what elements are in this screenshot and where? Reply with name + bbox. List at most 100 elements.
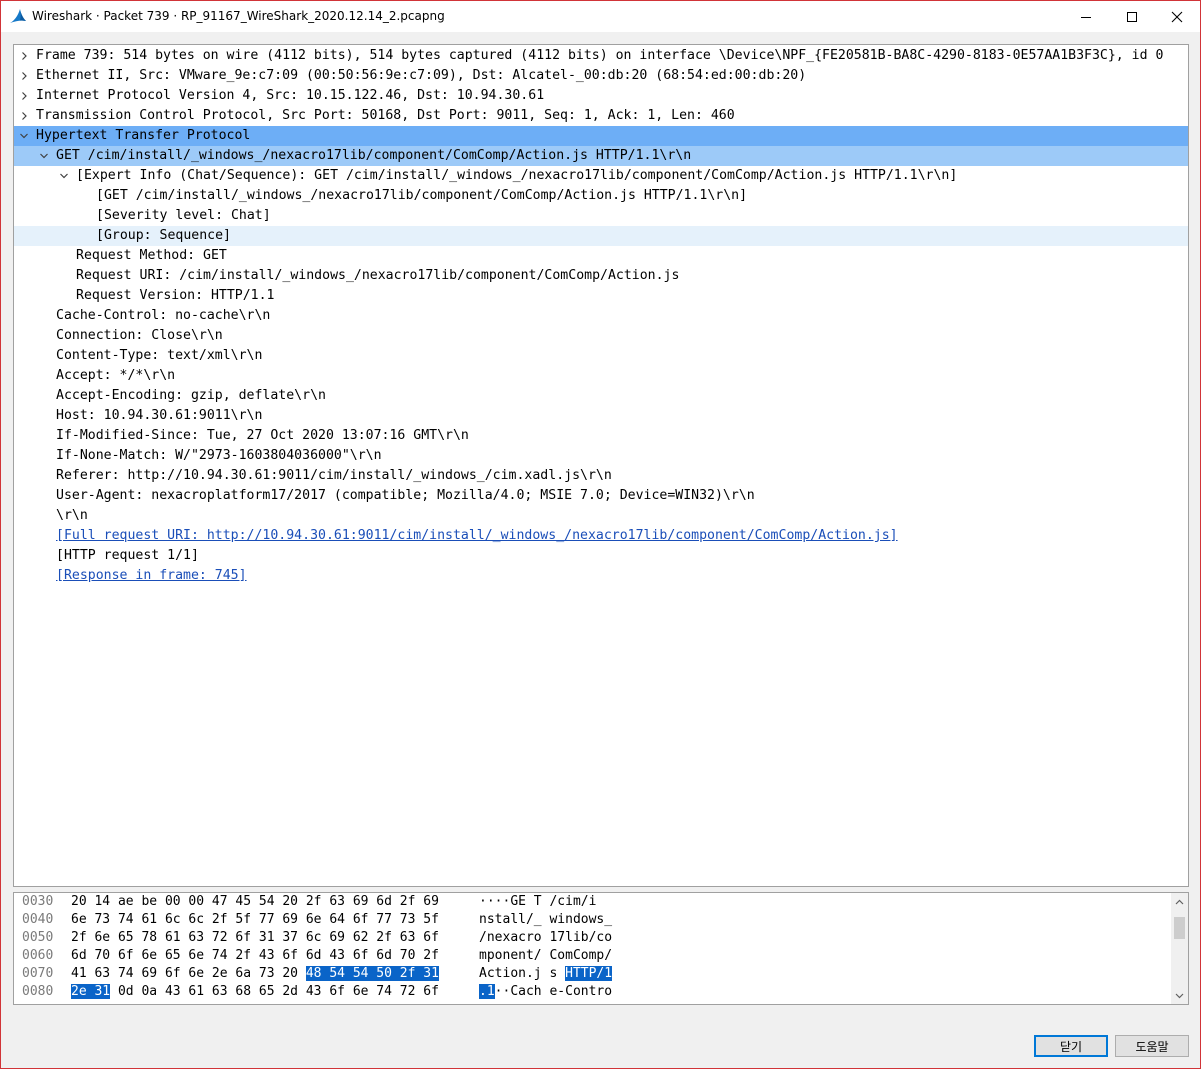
hex-row[interactable]: 0040 6e 73 74 61 6c 6c 2f 5f 77 69 6e 64 … [14, 911, 1164, 929]
hex-row[interactable]: 0060 6d 70 6f 6e 65 6e 74 2f 43 6f 6d 43 … [14, 947, 1164, 965]
tree-row-label: If-Modified-Since: Tue, 27 Oct 2020 13:0… [56, 428, 469, 443]
tree-row[interactable]: Request URI: /cim/install/_windows_/nexa… [14, 266, 1188, 286]
tree-row-label[interactable]: [Full request URI: http://10.94.30.61:90… [56, 526, 898, 546]
hex-ascii-high[interactable]: 17lib/co [549, 930, 612, 945]
expand-toggle[interactable] [17, 66, 31, 86]
hex-offset: 0040 [22, 912, 54, 927]
expand-toggle[interactable] [17, 106, 31, 126]
chevron-down-icon [60, 173, 68, 179]
tree-row[interactable]: Content-Type: text/xml\r\n [14, 346, 1188, 366]
tree-row[interactable]: Request Version: HTTP/1.1 [14, 286, 1188, 306]
hex-bytes-high[interactable]: 65 2d 43 6f 6e 74 72 6f [259, 984, 439, 999]
hex-row[interactable]: 0080 2e 31 0d 0a 43 61 63 68 65 2d 43 6f … [14, 983, 1164, 1001]
hex-ascii[interactable]: mponent/ ComComp/ [479, 947, 612, 965]
hex-ascii-high[interactable]: windows_ [549, 912, 612, 927]
hex-offset: 0080 [22, 984, 54, 999]
hex-ascii-low[interactable]: Action.j [479, 966, 542, 981]
hex-ascii-high[interactable]: ComComp/ [549, 948, 612, 963]
close-window-button[interactable] [1154, 1, 1200, 32]
tree-row[interactable]: [Response in frame: 745] [14, 566, 1188, 586]
hex-bytes[interactable]: 2f 6e 65 78 61 63 72 6f 31 37 6c 69 62 2… [71, 929, 439, 947]
tree-row[interactable]: GET /cim/install/_windows_/nexacro17lib/… [14, 146, 1188, 166]
collapse-toggle[interactable] [57, 166, 71, 186]
tree-row[interactable]: Connection: Close\r\n [14, 326, 1188, 346]
hex-offset: 0030 [22, 894, 54, 909]
hex-ascii[interactable]: .1··Cach e-Contro [479, 983, 612, 1001]
tree-row-label: Hypertext Transfer Protocol [36, 128, 251, 143]
tree-row-label: If-None-Match: W/"2973-1603804036000"\r\… [56, 448, 382, 463]
hex-ascii-low[interactable]: /nexacro [479, 930, 542, 945]
hex-ascii[interactable]: /nexacro 17lib/co [479, 929, 612, 947]
hex-bytes-low[interactable]: 41 63 74 69 6f 6e 2e 6a [71, 966, 251, 981]
packet-bytes-pane[interactable]: 0080 2e 31 0d 0a 43 61 63 68 65 2d 43 6f … [13, 892, 1189, 1005]
tree-row[interactable]: \r\n [14, 506, 1188, 526]
tree-row[interactable]: [Severity level: Chat] [14, 206, 1188, 226]
hex-bytes-low[interactable]: 6d 70 6f 6e 65 6e 74 2f [71, 948, 251, 963]
tree-row[interactable]: If-None-Match: W/"2973-1603804036000"\r\… [14, 446, 1188, 466]
tree-row-label: Content-Type: text/xml\r\n [56, 348, 263, 363]
collapse-toggle[interactable] [17, 126, 31, 146]
hex-ascii[interactable]: Action.j s HTTP/1 [479, 965, 613, 983]
hex-ascii-low[interactable]: mponent/ [479, 948, 542, 963]
hex-bytes-high[interactable]: 77 69 6e 64 6f 77 73 5f [259, 912, 439, 927]
hex-bytes-high[interactable]: 43 6f 6d 43 6f 6d 70 2f [259, 948, 439, 963]
hex-ascii-high[interactable]: T /cim/i [534, 894, 597, 909]
hex-row[interactable]: 0030 20 14 ae be 00 00 47 45 54 20 2f 63 … [14, 893, 1164, 911]
hex-ascii[interactable]: nstall/_ windows_ [479, 911, 612, 929]
scroll-thumb[interactable] [1174, 917, 1185, 939]
expand-toggle[interactable] [17, 46, 31, 66]
tree-row-label: Connection: Close\r\n [56, 328, 223, 343]
tree-row[interactable]: Transmission Control Protocol, Src Port:… [14, 106, 1188, 126]
hex-bytes[interactable]: 41 63 74 69 6f 6e 2e 6a 73 20 48 54 54 5… [71, 965, 439, 983]
hex-row[interactable]: 0070 41 63 74 69 6f 6e 2e 6a 73 20 48 54 … [14, 965, 1164, 983]
tree-row-label: Frame 739: 514 bytes on wire (4112 bits)… [36, 48, 1164, 63]
hex-ascii-low[interactable]: ····GE [479, 894, 526, 909]
minimize-button[interactable] [1063, 1, 1109, 32]
hex-bytes[interactable]: 6d 70 6f 6e 65 6e 74 2f 43 6f 6d 43 6f 6… [71, 947, 439, 965]
maximize-button[interactable] [1109, 1, 1155, 32]
tree-row[interactable]: Accept: */*\r\n [14, 366, 1188, 386]
hex-bytes-low[interactable]: 6e 73 74 61 6c 6c 2f 5f [71, 912, 251, 927]
bytes-scrollbar[interactable] [1171, 893, 1188, 1004]
hex-bytes-low[interactable]: 2e 31 0d 0a 43 61 63 68 [71, 984, 251, 999]
tree-row[interactable]: Ethernet II, Src: VMware_9e:c7:09 (00:50… [14, 66, 1188, 86]
hex-ascii-low[interactable]: nstall/_ [479, 912, 542, 927]
close-button[interactable]: 닫기 [1034, 1035, 1108, 1057]
hex-bytes-high[interactable]: 31 37 6c 69 62 2f 63 6f [259, 930, 439, 945]
tree-row[interactable]: User-Agent: nexacroplatform17/2017 (comp… [14, 486, 1188, 506]
title-bar[interactable]: Wireshark · Packet 739 · RP_91167_WireSh… [1, 1, 1200, 32]
hex-bytes-high[interactable]: 73 20 48 54 54 50 2f 31 [259, 966, 439, 981]
hex-bytes-low[interactable]: 20 14 ae be 00 00 47 45 [71, 894, 251, 909]
hex-bytes[interactable]: 6e 73 74 61 6c 6c 2f 5f 77 69 6e 64 6f 7… [71, 911, 439, 929]
tree-row[interactable]: [GET /cim/install/_windows_/nexacro17lib… [14, 186, 1188, 206]
hex-bytes-low[interactable]: 2f 6e 65 78 61 63 72 6f [71, 930, 251, 945]
tree-row[interactable]: Referer: http://10.94.30.61:9011/cim/ins… [14, 466, 1188, 486]
scroll-up-arrow[interactable] [1171, 893, 1188, 910]
packet-details-tree[interactable]: Frame 739: 514 bytes on wire (4112 bits)… [13, 44, 1189, 887]
collapse-toggle[interactable] [37, 146, 51, 166]
help-button[interactable]: 도움말 [1115, 1035, 1189, 1057]
tree-row[interactable]: [Expert Info (Chat/Sequence): GET /cim/i… [14, 166, 1188, 186]
tree-row[interactable]: Frame 739: 514 bytes on wire (4112 bits)… [14, 46, 1188, 66]
tree-row[interactable]: Cache-Control: no-cache\r\n [14, 306, 1188, 326]
hex-bytes-high[interactable]: 54 20 2f 63 69 6d 2f 69 [259, 894, 439, 909]
tree-row[interactable]: Request Method: GET [14, 246, 1188, 266]
hex-ascii[interactable]: ····GE T /cim/i [479, 893, 596, 911]
hex-bytes[interactable]: 20 14 ae be 00 00 47 45 54 20 2f 63 69 6… [71, 893, 439, 911]
hex-bytes[interactable]: 2e 31 0d 0a 43 61 63 68 65 2d 43 6f 6e 7… [71, 983, 439, 1001]
tree-row[interactable]: [Full request URI: http://10.94.30.61:90… [14, 526, 1188, 546]
hex-ascii-high[interactable]: e-Contro [549, 984, 612, 999]
tree-row[interactable]: [HTTP request 1/1] [14, 546, 1188, 566]
tree-row[interactable]: If-Modified-Since: Tue, 27 Oct 2020 13:0… [14, 426, 1188, 446]
tree-row[interactable]: Internet Protocol Version 4, Src: 10.15.… [14, 86, 1188, 106]
hex-ascii-low[interactable]: .1··Cach [479, 984, 542, 999]
expand-toggle[interactable] [17, 86, 31, 106]
hex-row[interactable]: 0050 2f 6e 65 78 61 63 72 6f 31 37 6c 69 … [14, 929, 1164, 947]
tree-row[interactable]: Hypertext Transfer Protocol [14, 126, 1188, 146]
tree-row[interactable]: Accept-Encoding: gzip, deflate\r\n [14, 386, 1188, 406]
tree-row[interactable]: Host: 10.94.30.61:9011\r\n [14, 406, 1188, 426]
tree-row-label[interactable]: [Response in frame: 745] [56, 566, 247, 586]
scroll-down-arrow[interactable] [1171, 987, 1188, 1004]
tree-row[interactable]: [Group: Sequence] [14, 226, 1188, 246]
hex-ascii-high[interactable]: s HTTP/1 [549, 966, 613, 981]
